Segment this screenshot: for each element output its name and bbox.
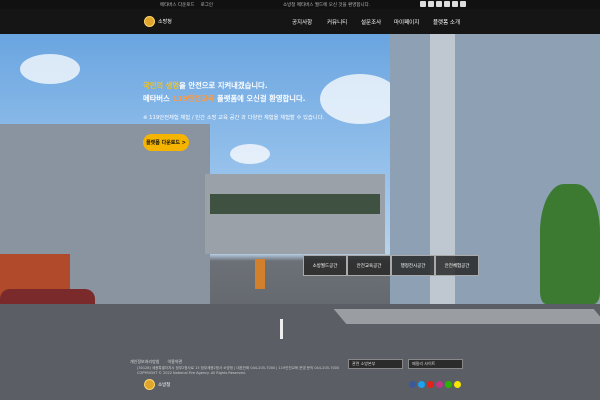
facebook-icon[interactable] (420, 1, 426, 7)
nav-item-community[interactable]: 커뮤니티 (327, 18, 347, 26)
top-sns (420, 1, 466, 7)
family-site-select[interactable]: 패밀리 사이트 (408, 359, 463, 369)
related-hq-select[interactable]: 관련 소방본부 (348, 359, 403, 369)
site-logo[interactable]: 소방청 (144, 16, 172, 27)
tab-safety-experience[interactable]: 안전체험공간 (435, 255, 479, 276)
hero-subtext: ※ 119안전체험 체험 / 민간 소방 교육 공간 과 다양한 체험을 체험할… (143, 115, 325, 121)
privacy-policy-link[interactable]: 개인정보처리방침 (130, 359, 159, 365)
kakao-icon[interactable] (454, 381, 461, 388)
tab-admin-exhibition[interactable]: 행정전시공간 (391, 255, 435, 276)
platform-download-button[interactable]: 플랫폼 다운로드 > (143, 134, 189, 151)
footer-links: 개인정보처리방침 이용약관 (130, 359, 182, 365)
twitter-icon[interactable] (428, 1, 434, 7)
footer-copyright: COPYRIGHT © 2022 National Fire Agency. A… (137, 371, 246, 375)
hero-highlight-1: 국민의 생명 (143, 81, 180, 90)
nav-item-mypage[interactable]: 마이페이지 (394, 18, 419, 26)
facebook-icon[interactable] (409, 381, 416, 388)
youtube-icon[interactable] (427, 381, 434, 388)
logo-text: 소방청 (158, 19, 172, 25)
main-nav: 소방청 공지사항 커뮤니티 설문조사 마이페이지 플랫폼 소개 (0, 9, 600, 34)
welcome-notice: 소방청 메타버스 월드에 오신 것을 환영합니다. (283, 3, 371, 8)
nav-item-survey[interactable]: 설문조사 (361, 18, 381, 26)
hero-highlight-2: 119안전교육 (172, 94, 215, 103)
top-bar: 메타버스 다운로드 로그인 소방청 메타버스 월드에 오신 것을 환영합니다. (0, 0, 600, 9)
login-link[interactable]: 로그인 (201, 2, 213, 8)
hero-text: 국민의 생명을 안전으로 지켜내겠습니다. 메타버스 119안전교육 플랫폼에 … (143, 79, 393, 121)
blog-icon[interactable] (452, 1, 458, 7)
blog-icon[interactable] (445, 381, 452, 388)
instagram-icon[interactable] (436, 381, 443, 388)
footer-logo-text: 소방청 (158, 382, 171, 388)
fire-agency-emblem-icon (144, 16, 155, 27)
tab-safety-education[interactable]: 안전교육공간 (347, 255, 391, 276)
hero-line-2-prefix: 메타버스 (143, 94, 173, 103)
footer-logo: 소방청 (144, 379, 170, 390)
metaverse-download-link[interactable]: 메타버스 다운로드 (160, 2, 195, 8)
hero-line-1: 국민의 생명을 안전으로 지켜내겠습니다. (143, 79, 393, 92)
nav-item-notice[interactable]: 공지사항 (292, 18, 312, 26)
instagram-icon[interactable] (444, 1, 450, 7)
hero-line-2: 메타버스 119안전교육 플랫폼에 오신걸 환영합니다. (143, 92, 393, 105)
terms-link[interactable]: 이용약관 (167, 359, 182, 365)
top-links: 메타버스 다운로드 로그인 (160, 2, 213, 8)
footer-emblem-icon (144, 379, 155, 390)
tab-firefighting-world[interactable]: 소방월드공간 (303, 255, 347, 276)
footer-sns (409, 381, 461, 388)
hero-line-2-suffix: 플랫폼에 오신걸 환영합니다. (214, 94, 306, 103)
nav-item-platform-intro[interactable]: 플랫폼 소개 (433, 18, 460, 26)
youtube-icon[interactable] (436, 1, 442, 7)
space-tabs: 소방월드공간 안전교육공간 행정전시공간 안전체험공간 (303, 255, 479, 276)
twitter-icon[interactable] (418, 381, 425, 388)
hero-line-1-rest: 을 안전으로 지켜내겠습니다. (179, 81, 268, 90)
pinterest-icon[interactable] (460, 1, 466, 7)
